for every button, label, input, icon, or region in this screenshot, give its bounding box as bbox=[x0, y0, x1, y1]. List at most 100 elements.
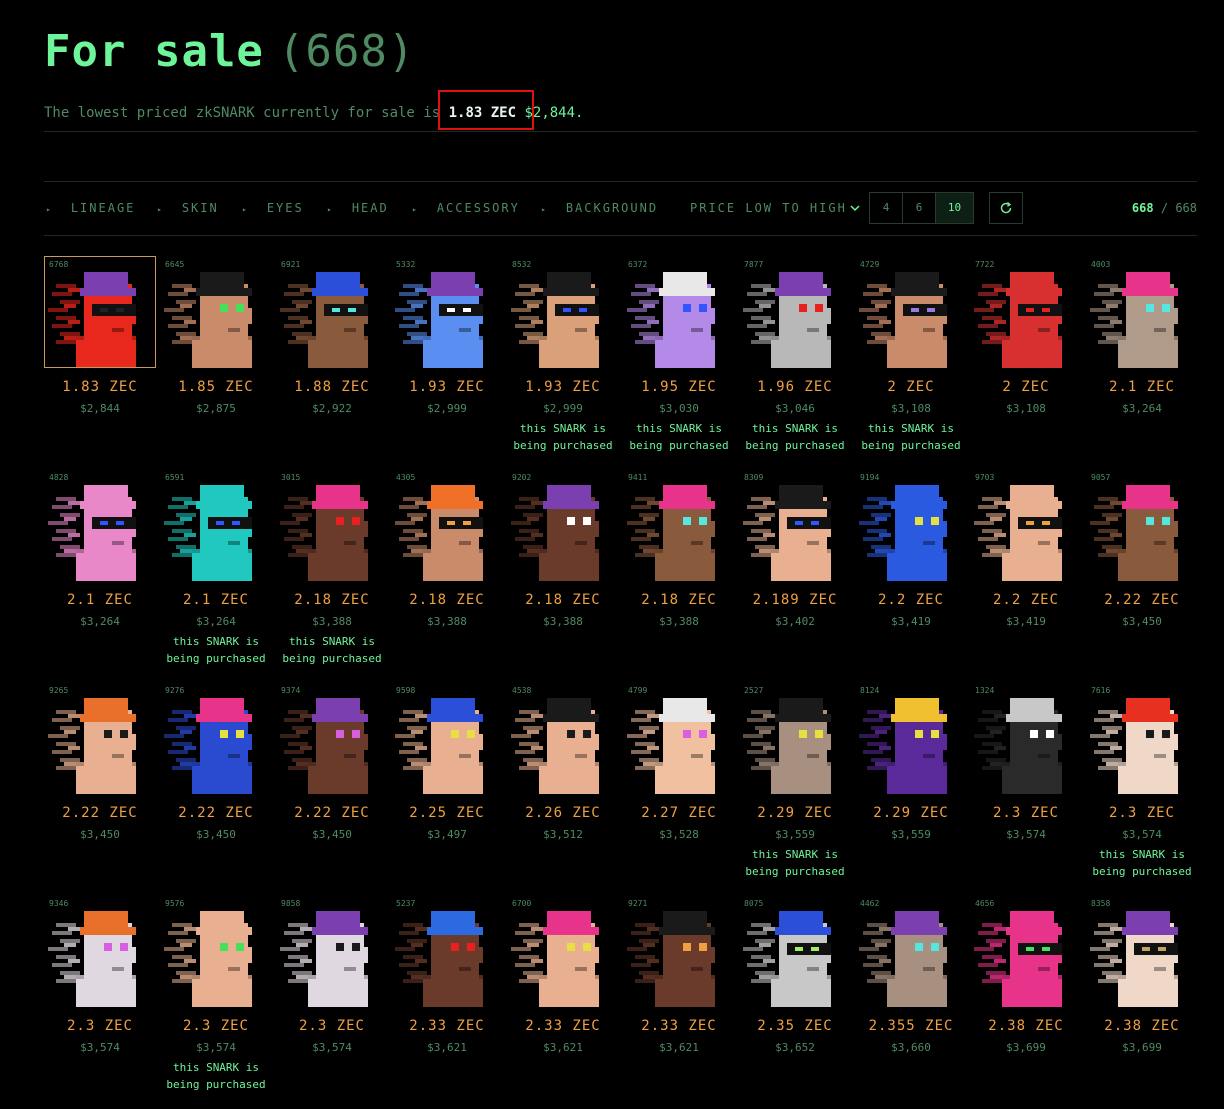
snark-price-usd: $3,621 bbox=[427, 1041, 467, 1054]
snark-card[interactable]: 4656 2.38 ZEC $3,699 bbox=[970, 895, 1082, 1107]
filter-head[interactable]: ▸ HEAD bbox=[327, 201, 389, 215]
snark-card[interactable]: 4828 2.1 ZEC $3,264 bbox=[44, 469, 156, 681]
triangle-right-icon: ▸ bbox=[157, 205, 164, 214]
snark-card[interactable]: 8309 2.189 ZEC $3,402 bbox=[739, 469, 851, 681]
purchasing-status: this SNARK is being purchased bbox=[733, 420, 857, 454]
snark-avatar bbox=[627, 272, 715, 368]
snark-price-usd: $3,419 bbox=[1006, 615, 1046, 628]
snark-card[interactable]: 9346 2.3 ZEC $3,574 bbox=[44, 895, 156, 1107]
columns-option-4[interactable]: 4 bbox=[870, 193, 903, 223]
snark-card[interactable]: 6591 2.1 ZEC $3,264 this SNARK is being purc… bbox=[160, 469, 272, 681]
columns-option-10[interactable]: 10 bbox=[936, 193, 973, 223]
snark-price-usd: $3,699 bbox=[1006, 1041, 1046, 1054]
snark-price-usd: $3,108 bbox=[891, 402, 931, 415]
snark-id: 9271 bbox=[628, 899, 648, 908]
snark-price-zec: 2.3 ZEC bbox=[992, 805, 1059, 821]
purchasing-status-line: being purchased bbox=[166, 652, 266, 665]
snark-card[interactable]: 9276 2.22 ZEC $3,450 bbox=[160, 682, 272, 894]
columns-selector: 4 6 10 bbox=[869, 192, 974, 224]
snark-card[interactable]: 1324 2.3 ZEC $3,574 bbox=[970, 682, 1082, 894]
snark-card[interactable]: 9858 2.3 ZEC $3,574 bbox=[276, 895, 388, 1107]
snark-id: 9194 bbox=[860, 473, 880, 482]
purchasing-status-line: being purchased bbox=[629, 439, 729, 452]
snark-avatar bbox=[627, 485, 715, 581]
snark-card[interactable]: 9265 2.22 ZEC $3,450 bbox=[44, 682, 156, 894]
snark-card[interactable]: 9202 2.18 ZEC $3,388 bbox=[507, 469, 619, 681]
filter-label: EYES bbox=[266, 201, 304, 215]
triangle-right-icon: ▸ bbox=[541, 205, 548, 214]
snark-card[interactable]: 7877 1.96 ZEC $3,046 this SNARK is being pur… bbox=[739, 256, 851, 468]
triangle-right-icon: ▸ bbox=[327, 205, 334, 214]
snark-card[interactable]: 9194 2.2 ZEC $3,419 bbox=[855, 469, 967, 681]
filter-accessory[interactable]: ▸ ACCESSORY bbox=[412, 201, 520, 215]
snark-id: 9057 bbox=[1091, 473, 1111, 482]
snark-price-zec: 2.18 ZEC bbox=[525, 592, 601, 608]
snark-avatar bbox=[974, 485, 1062, 581]
snark-card[interactable]: 4538 2.26 ZEC $3,512 bbox=[507, 682, 619, 894]
chevron-down-icon bbox=[850, 205, 860, 212]
snark-avatar bbox=[859, 911, 947, 1007]
snark-price-usd: $3,652 bbox=[775, 1041, 815, 1054]
snark-card[interactable]: 4729 2 ZEC $3,108 this SNARK is being purcha… bbox=[855, 256, 967, 468]
filter-background[interactable]: ▸ BACKGROUND bbox=[541, 201, 658, 215]
snark-id: 6921 bbox=[281, 260, 301, 269]
snark-id: 4828 bbox=[49, 473, 69, 482]
snark-card[interactable]: 4462 2.355 ZEC $3,660 bbox=[855, 895, 967, 1107]
snark-card[interactable]: 2527 2.29 ZEC $3,559 this SNARK is being pur… bbox=[739, 682, 851, 894]
snark-avatar bbox=[859, 272, 947, 368]
purchasing-status-line: being purchased bbox=[513, 439, 613, 452]
snark-avatar bbox=[859, 485, 947, 581]
purchasing-status: this SNARK is being purchased bbox=[1080, 846, 1204, 880]
purchasing-status-line: this SNARK is bbox=[519, 422, 607, 435]
snark-price-zec: 2.38 ZEC bbox=[1104, 1018, 1180, 1034]
snark-avatar bbox=[974, 911, 1062, 1007]
snark-id: 9346 bbox=[49, 899, 69, 908]
snark-card[interactable]: 8532 1.93 ZEC $2,999 this SNARK is being pur… bbox=[507, 256, 619, 468]
snark-price-usd: $3,388 bbox=[427, 615, 467, 628]
refresh-button[interactable] bbox=[989, 192, 1023, 224]
snark-price-usd: $3,450 bbox=[1122, 615, 1162, 628]
snark-card[interactable]: 9576 2.3 ZEC $3,574 this SNARK is being purc… bbox=[160, 895, 272, 1107]
snark-price-usd: $3,450 bbox=[312, 828, 352, 841]
snark-card[interactable]: 4799 2.27 ZEC $3,528 bbox=[623, 682, 735, 894]
snark-avatar bbox=[511, 272, 599, 368]
snark-card[interactable]: 7616 2.3 ZEC $3,574 this SNARK is being purc… bbox=[1086, 682, 1198, 894]
snark-avatar bbox=[1090, 272, 1178, 368]
snark-card[interactable]: 4305 2.18 ZEC $3,388 bbox=[391, 469, 503, 681]
snark-card[interactable]: 6921 1.88 ZEC $2,922 bbox=[276, 256, 388, 468]
snark-card[interactable]: 8358 2.38 ZEC $3,699 bbox=[1086, 895, 1198, 1107]
snark-card[interactable]: 3015 2.18 ZEC $3,388 this SNARK is being pur… bbox=[276, 469, 388, 681]
snark-card[interactable]: 7722 2 ZEC $3,108 bbox=[970, 256, 1082, 468]
snark-card[interactable]: 5237 2.33 ZEC $3,621 bbox=[391, 895, 503, 1107]
filter-skin[interactable]: ▸ SKIN bbox=[157, 201, 219, 215]
snark-card[interactable]: 5332 1.93 ZEC $2,999 bbox=[391, 256, 503, 468]
snark-card[interactable]: 9598 2.25 ZEC $3,497 bbox=[391, 682, 503, 894]
columns-option-6[interactable]: 6 bbox=[903, 193, 936, 223]
snark-id: 4462 bbox=[860, 899, 880, 908]
filter-lineage[interactable]: ▸ LINEAGE bbox=[46, 201, 135, 215]
snark-card[interactable]: 9271 2.33 ZEC $3,621 bbox=[623, 895, 735, 1107]
snark-card[interactable]: 9411 2.18 ZEC $3,388 bbox=[623, 469, 735, 681]
snark-card[interactable]: 8075 2.35 ZEC $3,652 bbox=[739, 895, 851, 1107]
snark-price-usd: $2,922 bbox=[312, 402, 352, 415]
snark-price-usd: $3,699 bbox=[1122, 1041, 1162, 1054]
snark-price-zec: 1.93 ZEC bbox=[525, 379, 601, 395]
snark-card[interactable]: 4003 2.1 ZEC $3,264 bbox=[1086, 256, 1198, 468]
snark-card[interactable]: 9057 2.22 ZEC $3,450 bbox=[1086, 469, 1198, 681]
snark-avatar bbox=[164, 698, 252, 794]
snark-price-zec: 2.3 ZEC bbox=[66, 1018, 133, 1034]
sort-dropdown[interactable]: PRICE LOW TO HIGH bbox=[690, 201, 860, 215]
snark-card[interactable]: 6645 1.85 ZEC $2,875 bbox=[160, 256, 272, 468]
snark-id: 6591 bbox=[165, 473, 185, 482]
snark-id: 5237 bbox=[396, 899, 416, 908]
snark-price-usd: $2,844 bbox=[80, 402, 120, 415]
snark-card[interactable]: 6700 2.33 ZEC $3,621 bbox=[507, 895, 619, 1107]
snark-card[interactable]: 6372 1.95 ZEC $3,030 this SNARK is being pur… bbox=[623, 256, 735, 468]
snark-card[interactable]: 9703 2.2 ZEC $3,419 bbox=[970, 469, 1082, 681]
snark-avatar bbox=[164, 272, 252, 368]
snark-card[interactable]: 9374 2.22 ZEC $3,450 bbox=[276, 682, 388, 894]
snark-card[interactable]: 6768 1.83 ZEC $2,844 bbox=[44, 256, 156, 468]
snark-card[interactable]: 8124 2.29 ZEC $3,559 bbox=[855, 682, 967, 894]
filter-eyes[interactable]: ▸ EYES bbox=[242, 201, 304, 215]
purchasing-status: this SNARK is being purchased bbox=[270, 633, 394, 667]
